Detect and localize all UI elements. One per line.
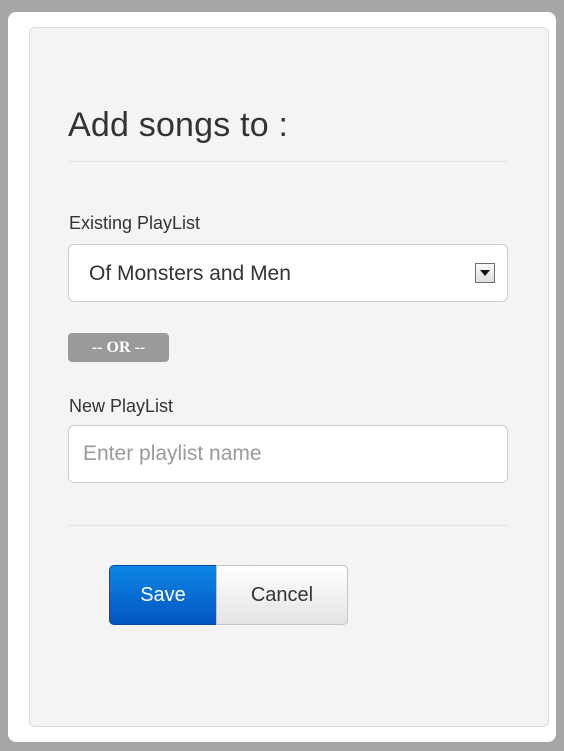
- dialog-frame: Add songs to : Existing PlayList Of Mons…: [8, 12, 556, 742]
- existing-playlist-label: Existing PlayList: [69, 213, 201, 233]
- or-separator-badge: -- OR --: [68, 333, 169, 362]
- caret-down-icon-glyph: [480, 270, 490, 276]
- dialog-title: Add songs to :: [68, 106, 289, 144]
- existing-playlist-selected-value: Of Monsters and Men: [89, 262, 291, 285]
- footer-divider: [68, 525, 508, 526]
- new-playlist-name-input[interactable]: [68, 425, 508, 483]
- existing-playlist-select[interactable]: Of Monsters and Men: [68, 244, 508, 302]
- title-divider: [68, 161, 508, 162]
- new-playlist-label: New PlayList: [69, 396, 174, 416]
- save-button[interactable]: Save: [109, 565, 217, 625]
- caret-down-icon[interactable]: [475, 263, 495, 283]
- add-songs-panel: Add songs to : Existing PlayList Of Mons…: [29, 27, 549, 727]
- cancel-button[interactable]: Cancel: [216, 565, 348, 625]
